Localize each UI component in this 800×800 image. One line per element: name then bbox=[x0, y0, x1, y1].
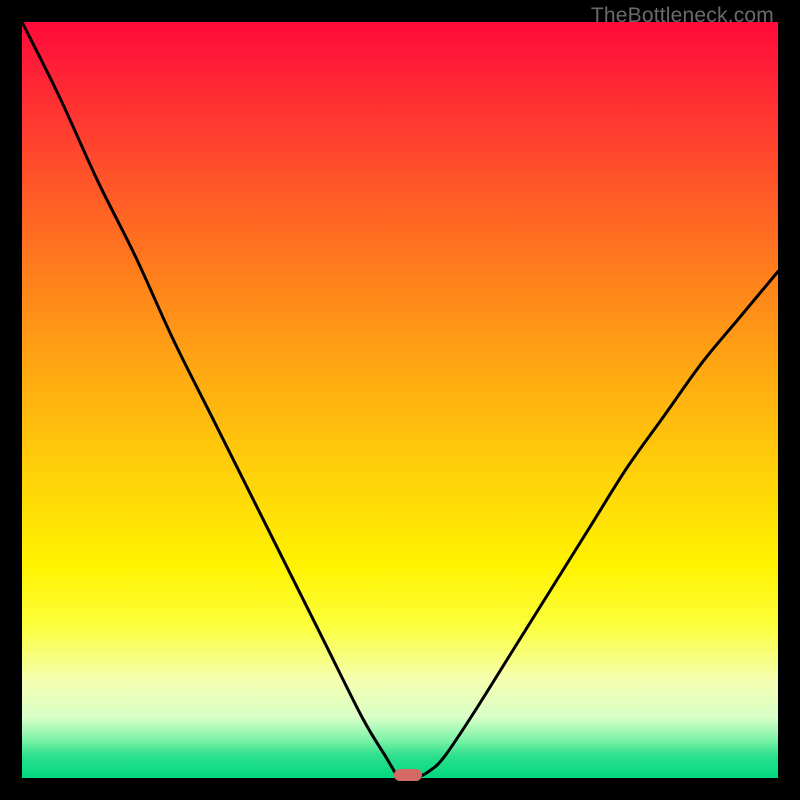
watermark-text: TheBottleneck.com bbox=[591, 4, 774, 28]
chart-frame: TheBottleneck.com bbox=[0, 0, 800, 800]
plot-area bbox=[22, 22, 778, 778]
optimal-marker bbox=[394, 769, 422, 781]
bottleneck-curve bbox=[22, 22, 778, 778]
